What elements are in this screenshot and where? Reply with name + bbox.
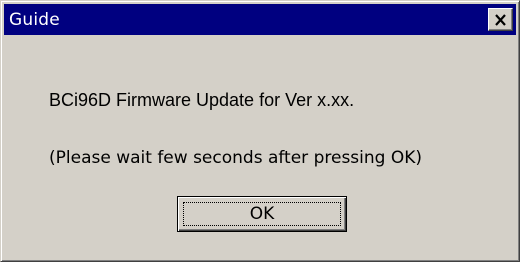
guide-dialog: Guide BCi96D Firmware Update for Ver x.x… [0, 0, 520, 262]
update-message: BCi96D Firmware Update for Ver x.xx. [49, 90, 355, 110]
ok-button-label: OK [249, 204, 275, 224]
wait-note: (Please wait few seconds after pressing … [49, 148, 423, 168]
window-title: Guide [9, 9, 60, 30]
close-button[interactable] [488, 8, 513, 31]
title-bar[interactable]: Guide [4, 4, 516, 35]
ok-button[interactable]: OK [177, 196, 347, 232]
close-icon [495, 13, 506, 26]
